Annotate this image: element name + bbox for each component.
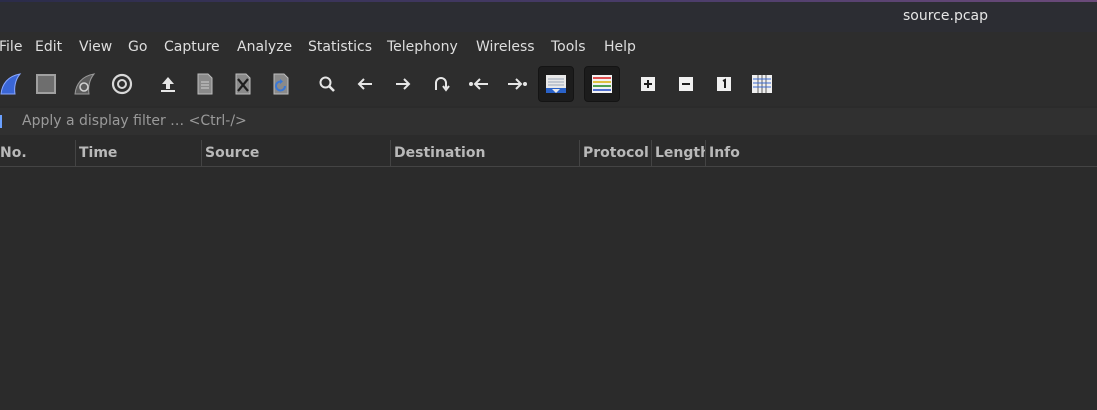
zoom-in-icon[interactable]: [632, 68, 664, 100]
capture-options-icon[interactable]: [106, 68, 138, 100]
menu-capture[interactable]: Capture: [164, 39, 220, 55]
go-back-icon[interactable]: [349, 68, 381, 100]
menu-view[interactable]: View: [79, 39, 112, 55]
first-packet-icon[interactable]: [463, 68, 495, 100]
menu-statistics[interactable]: Statistics: [308, 39, 372, 55]
colorize-icon[interactable]: [584, 66, 620, 102]
menu-file[interactable]: File: [0, 39, 22, 55]
menu-bar: File Edit View Go Capture Analyze Statis…: [0, 32, 1097, 62]
stop-capture-icon[interactable]: [30, 68, 62, 100]
menu-help[interactable]: Help: [604, 39, 636, 55]
start-capture-icon[interactable]: [0, 68, 26, 100]
last-packet-icon[interactable]: [501, 68, 533, 100]
auto-scroll-icon[interactable]: [538, 66, 574, 102]
menu-telephony[interactable]: Telephony: [387, 39, 458, 55]
bookmark-icon[interactable]: [0, 115, 2, 128]
column-header-protocol[interactable]: Protocol: [579, 140, 651, 166]
column-header-length[interactable]: Length: [651, 140, 705, 166]
go-to-packet-icon[interactable]: [425, 68, 457, 100]
menu-tools[interactable]: Tools: [551, 39, 586, 55]
find-packet-icon[interactable]: [311, 68, 343, 100]
zoom-out-icon[interactable]: [670, 68, 702, 100]
open-file-icon[interactable]: [152, 68, 184, 100]
column-header-info[interactable]: Info: [705, 140, 1097, 166]
normal-size-icon[interactable]: [708, 68, 740, 100]
save-file-icon[interactable]: [189, 68, 221, 100]
restart-capture-icon[interactable]: [68, 68, 100, 100]
menu-go[interactable]: Go: [128, 39, 147, 55]
display-filter-input[interactable]: [12, 110, 1097, 132]
resize-columns-icon[interactable]: [746, 68, 778, 100]
go-forward-icon[interactable]: [387, 68, 419, 100]
display-filter-bar: [0, 108, 1097, 135]
reload-file-icon[interactable]: [265, 68, 297, 100]
title-bar: source.pcap: [0, 2, 1097, 32]
menu-analyze[interactable]: Analyze: [237, 39, 292, 55]
main-toolbar: [0, 62, 1097, 106]
column-header-source[interactable]: Source: [201, 140, 390, 166]
menu-wireless[interactable]: Wireless: [476, 39, 535, 55]
close-file-icon[interactable]: [227, 68, 259, 100]
window-title: source.pcap: [903, 8, 988, 24]
column-header-no[interactable]: No.: [0, 140, 75, 166]
column-header-destination[interactable]: Destination: [390, 140, 579, 166]
menu-edit[interactable]: Edit: [35, 39, 62, 55]
packet-list-pane[interactable]: [0, 167, 1097, 410]
column-header-time[interactable]: Time: [75, 140, 201, 166]
packet-list-header: No. Time Source Destination Protocol Len…: [0, 140, 1097, 167]
